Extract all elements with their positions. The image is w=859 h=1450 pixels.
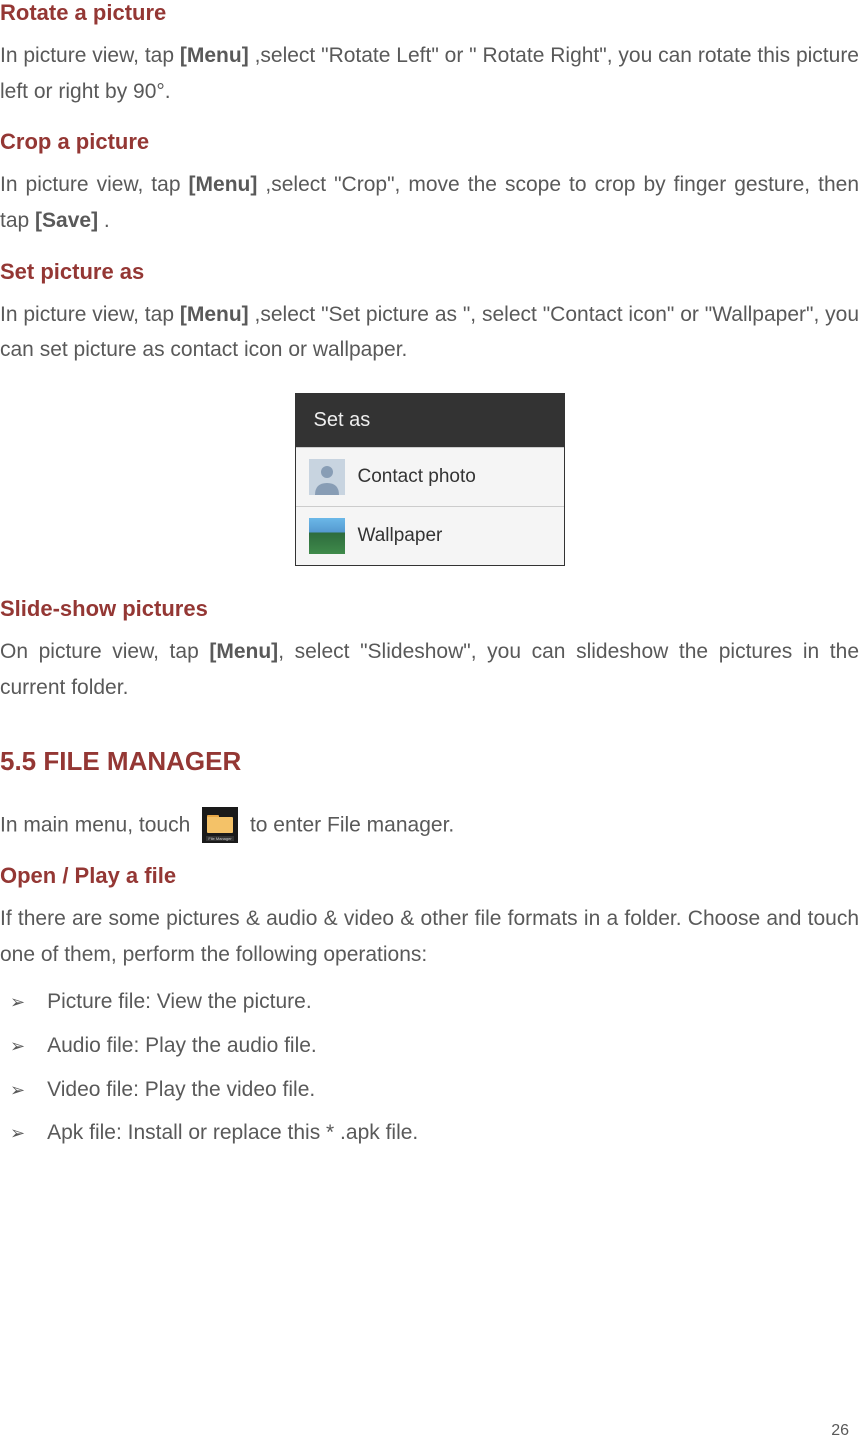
dialog-option-label: Wallpaper [358,525,443,547]
text-part: In picture view, tap [0,44,180,67]
dialog-option-contact: Contact photo [296,447,564,506]
list-text: Audio file: Play the audio file. [47,1028,317,1064]
slideshow-body: On picture view, tap [Menu], select "Sli… [0,634,859,705]
bullet-icon: ➢ [10,1080,25,1101]
crop-heading: Crop a picture [0,129,859,155]
text-part: In main menu, touch [0,813,196,836]
slideshow-heading: Slide-show pictures [0,596,859,622]
bullet-icon: ➢ [10,992,25,1013]
dialog-title: Set as [296,394,564,447]
set-as-heading: Set picture as [0,259,859,285]
menu-keyword: [Menu] [189,173,258,196]
open-file-heading: Open / Play a file [0,863,859,889]
list-text: Apk file: Install or replace this * .apk… [47,1115,418,1151]
rotate-heading: Rotate a picture [0,0,859,26]
set-as-body: In picture view, tap [Menu] ,select "Set… [0,297,859,368]
contact-photo-icon [308,458,346,496]
open-file-body: If there are some pictures & audio & vid… [0,901,859,972]
wallpaper-icon [308,517,346,555]
file-manager-section-heading: 5.5 FILE MANAGER [0,746,859,777]
file-manager-intro: In main menu, touch File Manager to ente… [0,807,859,843]
menu-keyword: [Menu] [180,44,249,67]
bullet-icon: ➢ [10,1123,25,1144]
list-item: ➢ Audio file: Play the audio file. [10,1028,859,1064]
text-part: . [98,209,110,232]
dialog-option-wallpaper: Wallpaper [296,506,564,565]
menu-keyword: [Menu] [180,303,249,326]
rotate-body: In picture view, tap [Menu] ,select "Rot… [0,38,859,109]
bullet-icon: ➢ [10,1036,25,1057]
set-as-dialog-screenshot: Set as Contact photo Wallpaper [0,393,859,566]
text-part: In picture view, tap [0,303,180,326]
crop-body: In picture view, tap [Menu] ,select "Cro… [0,167,859,238]
list-item: ➢ Video file: Play the video file. [10,1072,859,1108]
save-keyword: [Save] [35,209,98,232]
svg-text:File Manager: File Manager [208,836,232,841]
file-manager-icon: File Manager [202,807,238,843]
text-part: On picture view, tap [0,640,209,663]
page-number: 26 [831,1422,849,1440]
dialog-option-label: Contact photo [358,466,476,488]
list-item: ➢ Apk file: Install or replace this * .a… [10,1115,859,1151]
list-text: Picture file: View the picture. [47,984,312,1020]
list-item: ➢ Picture file: View the picture. [10,984,859,1020]
list-text: Video file: Play the video file. [47,1072,315,1108]
menu-keyword: [Menu] [209,640,278,663]
text-part: In picture view, tap [0,173,189,196]
text-part: to enter File manager. [250,813,454,836]
